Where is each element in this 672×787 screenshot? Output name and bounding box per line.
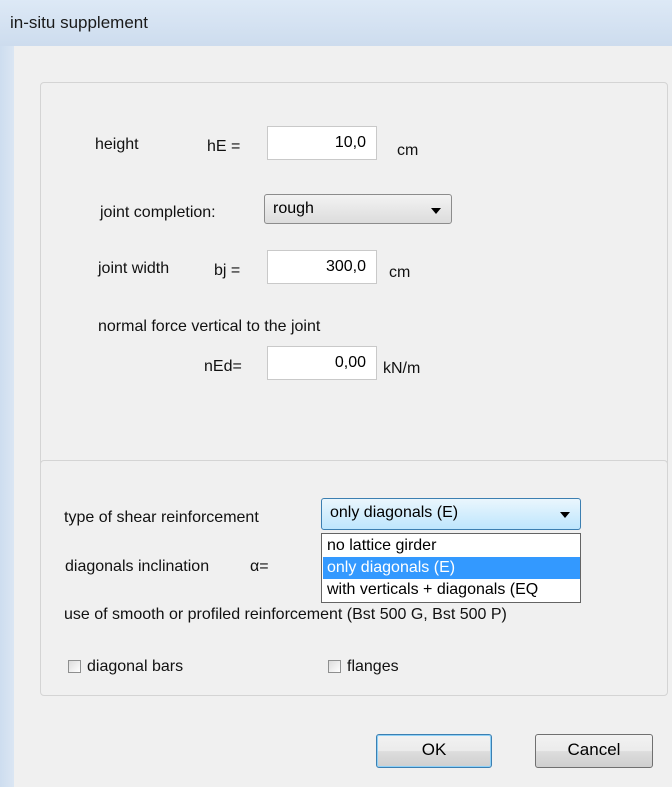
title-bar[interactable]: in-situ supplement: [0, 0, 672, 46]
window-title: in-situ supplement: [10, 13, 148, 32]
inclination-label: diagonals inclination: [65, 558, 210, 575]
dropdown-option-only-diagonals[interactable]: only diagonals (E): [323, 557, 580, 579]
flanges-checkbox[interactable]: [328, 660, 341, 673]
chevron-down-icon: [431, 208, 441, 214]
joint-width-label: joint width: [98, 260, 170, 277]
joint-completion-label: joint completion:: [100, 204, 216, 221]
shear-type-dropdown-list: no lattice girder only diagonals (E) wit…: [321, 533, 581, 603]
ned-symbol-label: nEd=: [204, 358, 242, 375]
window-frame-left: [0, 46, 14, 787]
he-unit-label: cm: [397, 142, 419, 159]
alpha-symbol-label: α=: [250, 558, 269, 575]
flanges-label: flanges: [347, 658, 399, 675]
bj-input[interactable]: 300,0: [267, 250, 377, 284]
shear-type-select[interactable]: only diagonals (E): [321, 498, 581, 530]
ok-button[interactable]: OK: [376, 734, 492, 768]
bj-symbol-label: bj =: [214, 262, 241, 279]
shear-type-value: only diagonals (E): [330, 504, 459, 521]
bj-unit-label: cm: [389, 264, 411, 281]
smooth-profiled-label: use of smooth or profiled reinforcement …: [64, 606, 507, 623]
cancel-button[interactable]: Cancel: [535, 734, 653, 768]
shear-type-label: type of shear reinforcement: [64, 509, 259, 526]
dialog-window: in-situ supplement height hE = 10,0 cm j…: [0, 0, 672, 787]
he-symbol-label: hE =: [207, 138, 241, 155]
ned-unit-label: kN/m: [383, 360, 421, 377]
chevron-down-icon: [560, 512, 570, 518]
dialog-client-area: height hE = 10,0 cm joint completion: ro…: [14, 46, 672, 787]
diagonal-bars-checkbox[interactable]: [68, 660, 81, 673]
normal-force-label: normal force vertical to the joint: [98, 318, 321, 335]
joint-completion-value: rough: [273, 200, 314, 217]
dropdown-option-verticals-diagonals[interactable]: with verticals + diagonals (EQ: [323, 579, 580, 601]
joint-completion-select[interactable]: rough: [264, 194, 452, 224]
ned-input[interactable]: 0,00: [267, 346, 377, 380]
height-label: height: [95, 136, 139, 153]
he-input[interactable]: 10,0: [267, 126, 377, 160]
diagonal-bars-label: diagonal bars: [87, 658, 184, 675]
dropdown-option-no-lattice[interactable]: no lattice girder: [323, 535, 580, 557]
